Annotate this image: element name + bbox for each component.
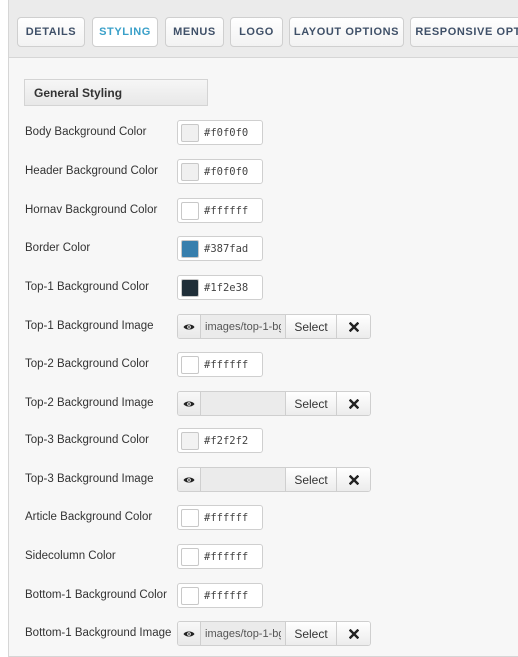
tab-layout-options[interactable]: LAYOUT OPTIONS	[289, 17, 404, 47]
top-1-background-image-label: Top-1 Background Image	[25, 320, 154, 332]
top-1-background-color-label: Top-1 Background Color	[25, 281, 150, 293]
color-hex-value[interactable]: #387fad	[204, 243, 248, 255]
top-2-background-image-label: Top-2 Background Image	[25, 397, 154, 409]
color-swatch[interactable]	[181, 201, 199, 220]
sidecolumn-color-label: Sidecolumn Color	[25, 550, 116, 562]
top-3-background-image-field: Select	[177, 467, 371, 492]
close-x-icon[interactable]	[337, 468, 370, 491]
color-hex-value[interactable]: #ffffff	[204, 551, 248, 563]
close-x-icon[interactable]	[337, 622, 370, 645]
color-hex-value[interactable]: #f2f2f2	[204, 435, 248, 447]
top-2-background-image-field: Select	[177, 391, 371, 416]
eye-icon[interactable]	[178, 468, 201, 491]
tab-styling[interactable]: STYLING	[92, 17, 158, 47]
close-x-icon[interactable]	[337, 315, 370, 338]
tab-details[interactable]: DETAILS	[17, 17, 85, 47]
select-image-button[interactable]: Select	[286, 468, 337, 491]
color-swatch[interactable]	[181, 547, 199, 566]
eye-icon[interactable]	[178, 622, 201, 645]
top-3-background-color-picker[interactable]: #f2f2f2	[177, 428, 263, 453]
border-color-label: Border Color	[25, 242, 91, 254]
tab-logo[interactable]: LOGO	[230, 17, 283, 47]
eye-icon[interactable]	[178, 392, 201, 415]
body-background-color-picker[interactable]: #f0f0f0	[177, 120, 263, 145]
bottom-1-background-image-label: Bottom-1 Background Image	[25, 627, 172, 639]
color-hex-value[interactable]: #ffffff	[204, 512, 248, 524]
top-1-background-image-field: Select	[177, 314, 371, 339]
section-header-general-styling: General Styling	[24, 79, 208, 106]
select-image-button[interactable]: Select	[286, 315, 337, 338]
close-x-icon[interactable]	[337, 392, 370, 415]
color-hex-value[interactable]: #ffffff	[204, 590, 248, 602]
tab-responsive-opti[interactable]: RESPONSIVE OPTI	[410, 17, 518, 47]
image-path-input[interactable]	[201, 315, 286, 338]
top-2-background-color-picker[interactable]: #ffffff	[177, 352, 263, 377]
template-settings-window: DETAILS STYLING MENUS LOGO LAYOUT OPTIONS RES…	[0, 0, 518, 657]
image-path-input[interactable]	[201, 622, 286, 645]
color-swatch[interactable]	[181, 239, 199, 258]
header-background-color-picker[interactable]: #f0f0f0	[177, 159, 263, 184]
color-hex-value[interactable]: #ffffff	[204, 359, 248, 371]
bottom-1-background-image-field: Select	[177, 621, 371, 646]
color-swatch[interactable]	[181, 278, 199, 297]
article-background-color-picker[interactable]: #ffffff	[177, 505, 263, 530]
image-path-input[interactable]	[201, 468, 286, 491]
color-swatch[interactable]	[181, 586, 199, 605]
color-hex-value[interactable]: #ffffff	[204, 205, 248, 217]
color-swatch[interactable]	[181, 123, 199, 142]
color-swatch[interactable]	[181, 431, 199, 450]
color-swatch[interactable]	[181, 508, 199, 527]
top-3-background-image-label: Top-3 Background Image	[25, 473, 154, 485]
top-3-background-color-label: Top-3 Background Color	[25, 434, 150, 446]
top-1-background-color-picker[interactable]: #1f2e38	[177, 275, 263, 300]
tab-menus[interactable]: MENUS	[165, 17, 224, 47]
color-swatch[interactable]	[181, 355, 199, 374]
body-background-color-label: Body Background Color	[25, 126, 147, 138]
color-hex-value[interactable]: #1f2e38	[204, 282, 248, 294]
select-image-button[interactable]: Select	[286, 392, 337, 415]
hornav-background-color-picker[interactable]: #ffffff	[177, 198, 263, 223]
bottom-1-background-color-picker[interactable]: #ffffff	[177, 583, 263, 608]
sidecolumn-color-picker[interactable]: #ffffff	[177, 544, 263, 569]
border-color-picker[interactable]: #387fad	[177, 236, 263, 261]
color-hex-value[interactable]: #f0f0f0	[204, 127, 248, 139]
top-2-background-color-label: Top-2 Background Color	[25, 358, 150, 370]
image-path-input[interactable]	[201, 392, 286, 415]
bottom-1-background-color-label: Bottom-1 Background Color	[25, 589, 167, 601]
header-background-color-label: Header Background Color	[25, 165, 158, 177]
hornav-background-color-label: Hornav Background Color	[25, 204, 158, 216]
select-image-button[interactable]: Select	[286, 622, 337, 645]
color-hex-value[interactable]: #f0f0f0	[204, 166, 248, 178]
article-background-color-label: Article Background Color	[25, 511, 153, 523]
color-swatch[interactable]	[181, 162, 199, 181]
eye-icon[interactable]	[178, 315, 201, 338]
